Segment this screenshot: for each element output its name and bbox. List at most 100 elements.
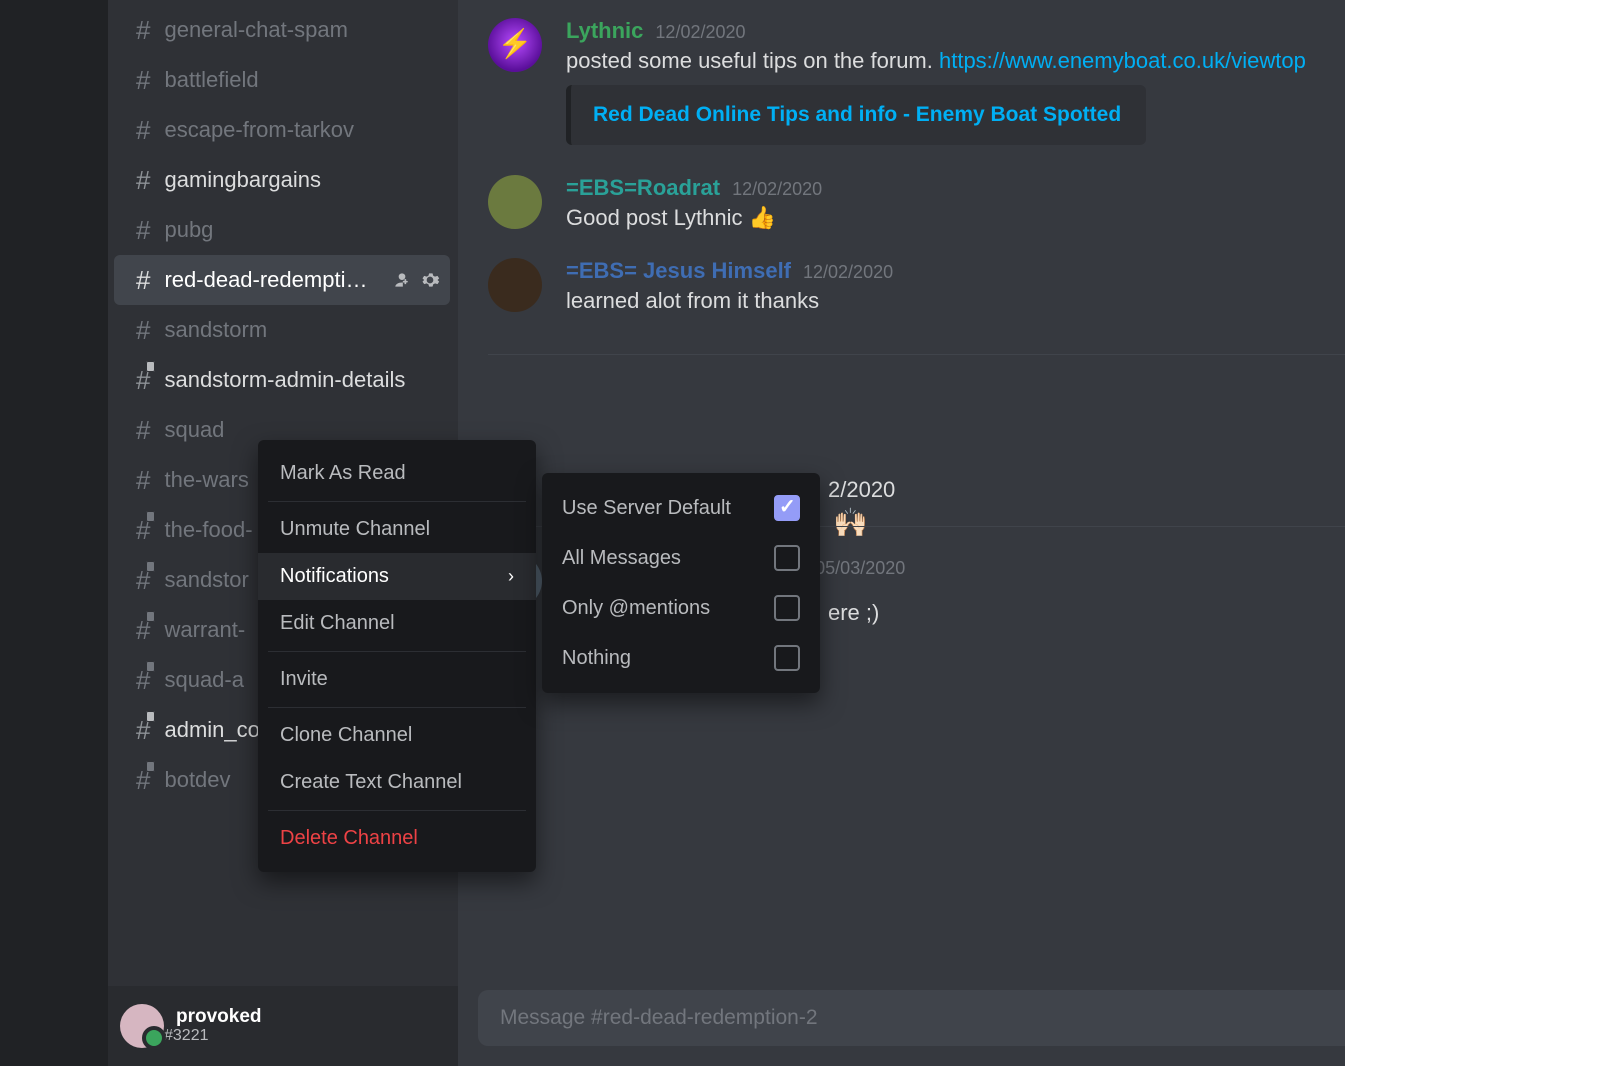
notif-all-messages[interactable]: All Messages bbox=[542, 533, 820, 583]
channel-item-general-chat-spam[interactable]: # general-chat-spam bbox=[114, 5, 450, 55]
menu-label: Nothing bbox=[562, 647, 631, 670]
hash-icon: # bbox=[136, 15, 150, 46]
channel-label: general-chat-spam bbox=[164, 17, 347, 43]
invite-icon[interactable] bbox=[392, 270, 412, 290]
hash-icon: # bbox=[136, 165, 150, 196]
hash-lock-icon: # bbox=[136, 565, 150, 596]
menu-label: Create Text Channel bbox=[280, 771, 462, 794]
message-text: ere ;) bbox=[828, 600, 879, 626]
hash-icon: # bbox=[136, 215, 150, 246]
user-panel[interactable]: provoked #3221 bbox=[108, 986, 458, 1066]
menu-label: Notifications bbox=[280, 565, 389, 588]
channel-label: admin_co bbox=[164, 717, 259, 743]
avatar[interactable] bbox=[120, 1004, 164, 1048]
channel-item-pubg[interactable]: # pubg bbox=[114, 205, 450, 255]
hash-lock-icon: # bbox=[136, 765, 150, 796]
embed-title[interactable]: Red Dead Online Tips and info - Enemy Bo… bbox=[593, 103, 1124, 127]
menu-label: Mark As Read bbox=[280, 462, 406, 485]
menu-unmute-channel[interactable]: Unmute Channel bbox=[258, 506, 536, 553]
checkbox-icon[interactable] bbox=[774, 545, 800, 571]
channel-label: warrant- bbox=[164, 617, 245, 643]
chevron-right-icon: › bbox=[508, 566, 514, 587]
menu-create-text-channel[interactable]: Create Text Channel bbox=[258, 759, 536, 806]
channel-item-gamingbargains[interactable]: # gamingbargains bbox=[114, 155, 450, 205]
menu-separator bbox=[268, 707, 526, 708]
notif-only-mentions[interactable]: Only @mentions bbox=[542, 583, 820, 633]
menu-label: Unmute Channel bbox=[280, 518, 430, 541]
message-timestamp: 12/02/2020 bbox=[732, 179, 822, 200]
hash-icon: # bbox=[136, 65, 150, 96]
menu-label: Edit Channel bbox=[280, 612, 395, 635]
notif-use-server-default[interactable]: Use Server Default bbox=[542, 483, 820, 533]
channel-label: the-wars bbox=[164, 467, 248, 493]
menu-label: All Messages bbox=[562, 547, 681, 570]
channel-item-red-dead-redemption[interactable]: # red-dead-redempti… bbox=[114, 255, 450, 305]
menu-separator bbox=[268, 651, 526, 652]
message-text-part: posted some useful tips on the forum. bbox=[566, 48, 939, 73]
hash-lock-icon: # bbox=[136, 365, 150, 396]
hash-lock-icon: # bbox=[136, 665, 150, 696]
avatar[interactable] bbox=[488, 18, 542, 72]
hash-lock-icon: # bbox=[136, 715, 150, 746]
message-timestamp: 12/02/2020 bbox=[803, 262, 893, 283]
menu-clone-channel[interactable]: Clone Channel bbox=[258, 712, 536, 759]
channel-label: botdev bbox=[164, 767, 230, 793]
message-text-part: Good post Lythnic bbox=[566, 205, 749, 230]
menu-mark-as-read[interactable]: Mark As Read bbox=[258, 450, 536, 497]
channel-label: the-food- bbox=[164, 517, 252, 543]
avatar[interactable] bbox=[488, 258, 542, 312]
channel-label: pubg bbox=[164, 217, 213, 243]
menu-label: Only @mentions bbox=[562, 597, 710, 620]
channel-item-sandstorm[interactable]: # sandstorm bbox=[114, 305, 450, 355]
checkbox-checked-icon[interactable] bbox=[774, 495, 800, 521]
avatar[interactable] bbox=[488, 175, 542, 229]
channel-context-menu: Mark As Read Unmute Channel Notification… bbox=[258, 440, 536, 872]
menu-edit-channel[interactable]: Edit Channel bbox=[258, 600, 536, 647]
server-list-strip bbox=[0, 0, 108, 1066]
message-timestamp: 2/2020 bbox=[828, 477, 895, 503]
channel-item-sandstorm-admin-details[interactable]: #sandstorm-admin-details bbox=[114, 355, 450, 405]
channel-label: sandstorm bbox=[164, 317, 267, 343]
menu-delete-channel[interactable]: Delete Channel bbox=[258, 815, 536, 862]
checkbox-icon[interactable] bbox=[774, 645, 800, 671]
hash-icon: # bbox=[136, 115, 150, 146]
hash-lock-icon: # bbox=[136, 615, 150, 646]
menu-label: Delete Channel bbox=[280, 827, 418, 850]
menu-label: Use Server Default bbox=[562, 497, 731, 520]
username: provoked bbox=[176, 1007, 262, 1028]
menu-label: Invite bbox=[280, 668, 328, 691]
channel-label: squad-a bbox=[164, 667, 244, 693]
notif-nothing[interactable]: Nothing bbox=[542, 633, 820, 683]
user-discriminator: #3221 bbox=[164, 1027, 262, 1045]
message-timestamp: 05/03/2020 bbox=[815, 558, 905, 579]
message-author[interactable]: Lythnic bbox=[566, 18, 643, 44]
message-author[interactable]: =EBS= Jesus Himself bbox=[566, 258, 791, 284]
channel-label: escape-from-tarkov bbox=[164, 117, 354, 143]
channel-label: squad bbox=[164, 417, 224, 443]
embed-card[interactable]: Red Dead Online Tips and info - Enemy Bo… bbox=[566, 85, 1146, 145]
channel-item-escape-from-tarkov[interactable]: # escape-from-tarkov bbox=[114, 105, 450, 155]
channel-label: battlefield bbox=[164, 67, 258, 93]
notifications-submenu: Use Server Default All Messages Only @me… bbox=[542, 473, 820, 693]
gear-icon[interactable] bbox=[420, 270, 440, 290]
image-crop-edge bbox=[1345, 0, 1600, 1066]
menu-separator bbox=[268, 810, 526, 811]
hash-icon: # bbox=[136, 315, 150, 346]
channel-item-battlefield[interactable]: # battlefield bbox=[114, 55, 450, 105]
channel-label: sandstor bbox=[164, 567, 248, 593]
hash-icon: # bbox=[136, 465, 150, 496]
app-root: # general-chat-spam # battlefield # escape-… bbox=[0, 0, 1600, 1066]
hash-icon: # bbox=[136, 415, 150, 446]
channel-label: gamingbargains bbox=[164, 167, 321, 193]
channel-label: red-dead-redempti… bbox=[164, 267, 367, 293]
compose-placeholder: Message #red-dead-redemption-2 bbox=[500, 1006, 818, 1030]
menu-invite[interactable]: Invite bbox=[258, 656, 536, 703]
thumbs-up-icon: 👍 bbox=[749, 203, 776, 234]
menu-notifications[interactable]: Notifications › bbox=[258, 553, 536, 600]
checkbox-icon[interactable] bbox=[774, 595, 800, 621]
message-link[interactable]: https://www.enemyboat.co.uk/viewtop bbox=[939, 48, 1306, 73]
hash-icon: # bbox=[136, 265, 150, 296]
message-timestamp: 12/02/2020 bbox=[655, 22, 745, 43]
message-author[interactable]: =EBS=Roadrat bbox=[566, 175, 720, 201]
menu-separator bbox=[268, 501, 526, 502]
